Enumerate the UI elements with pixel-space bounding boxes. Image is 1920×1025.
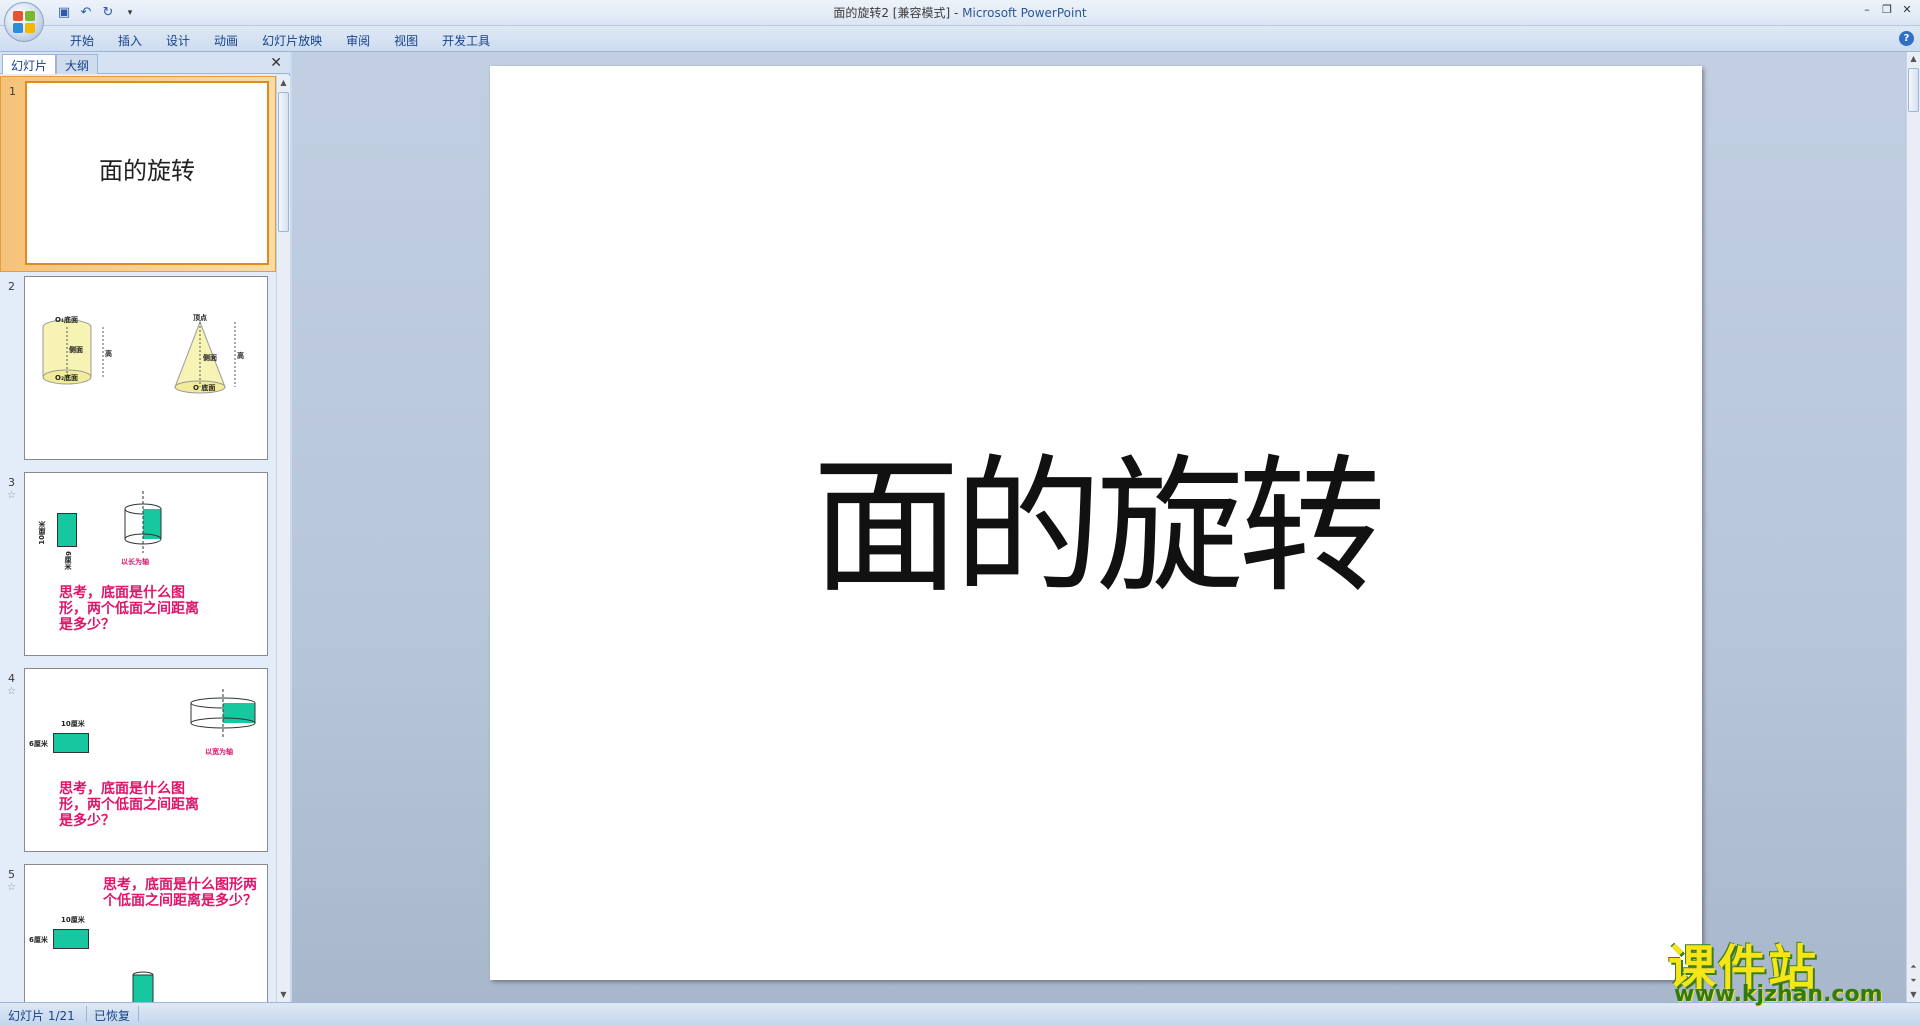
- tab-home[interactable]: 开始: [58, 30, 106, 51]
- slides-pane: 幻灯片 大纲 ✕ 1 面的旋转 2 O₁底面 高 侧面 O₂底面 顶点 高 侧面…: [0, 52, 290, 1002]
- slide-counter: 幻灯片 1/21: [8, 1009, 75, 1023]
- label-cone-base: O 底面: [193, 384, 216, 392]
- label-height: 高: [105, 350, 112, 358]
- label-cone-side: 侧面: [203, 354, 217, 362]
- thumb-canvas: O₁底面 高 侧面 O₂底面 顶点 高 侧面 O 底面: [24, 276, 268, 460]
- thumb-canvas: 10厘米 6厘米 以长为轴 思考，底面是什么图形，两个低面之间距离是多少？: [24, 472, 268, 656]
- cylinder-sketch: [132, 971, 154, 1002]
- previous-slide-icon[interactable]: ⏶: [1907, 960, 1920, 974]
- label-top-base: O₁底面: [55, 316, 79, 324]
- close-button[interactable]: ✕: [1898, 2, 1916, 18]
- tab-view[interactable]: 视图: [382, 30, 430, 51]
- slide-thumbnails: 1 面的旋转 2 O₁底面 高 侧面 O₂底面 顶点 高 侧面 O 底面 3 ☆…: [0, 76, 276, 1002]
- pane-close-icon[interactable]: ✕: [270, 55, 282, 71]
- ribbon: 开始 插入 设计 动画 幻灯片放映 审阅 视图 开发工具 ?: [0, 26, 1920, 52]
- help-icon[interactable]: ?: [1899, 31, 1914, 46]
- slide-number: 1: [9, 85, 16, 98]
- title-bar: ▣ ↶ ↻ ▾ 面的旋转2 [兼容模式] - Microsoft PowerPo…: [0, 0, 1920, 26]
- slide-thumb-5[interactable]: 5 ☆ 思考，底面是什么图形两个低面之间距离是多少？ 10厘米 6厘米: [0, 860, 276, 1002]
- label-side: 侧面: [69, 346, 83, 354]
- slide-thumb-2[interactable]: 2 O₁底面 高 侧面 O₂底面 顶点 高 侧面 O 底面: [0, 272, 276, 468]
- main-scrollbar[interactable]: ▲ ⏶ ⏷ ▼: [1906, 52, 1920, 1002]
- status-divider: [86, 1006, 87, 1022]
- scroll-thumb[interactable]: [1908, 68, 1919, 112]
- slide-thumb-1[interactable]: 1 面的旋转: [0, 76, 276, 272]
- tab-developer[interactable]: 开发工具: [430, 30, 502, 51]
- slide-number: 4: [8, 672, 15, 685]
- tab-slides[interactable]: 幻灯片: [2, 54, 57, 74]
- thumb-canvas: 思考，底面是什么图形两个低面之间距离是多少？ 10厘米 6厘米: [24, 864, 268, 1002]
- document-title: 面的旋转2 [兼容模式] -: [833, 6, 963, 20]
- slide-thumb-4[interactable]: 4 ☆ 10厘米 6厘米 以宽为轴 思考，底面是什么图形，两个低面之间距离是多少…: [0, 664, 276, 860]
- office-logo-icon: [13, 11, 35, 33]
- thumb-question: 思考，底面是什么图形，两个低面之间距离是多少？: [59, 781, 199, 829]
- watermark-logo: 课件站 www.kjzhan.com: [1668, 928, 1904, 1007]
- thumb-title: 面的旋转: [99, 157, 195, 185]
- thumb-question: 思考，底面是什么图形，两个低面之间距离是多少？: [59, 585, 199, 633]
- scroll-thumb[interactable]: [278, 92, 289, 232]
- office-button[interactable]: [4, 2, 44, 42]
- label-axis: 以长为轴: [121, 558, 149, 566]
- thumb-canvas: 10厘米 6厘米 以宽为轴 思考，底面是什么图形，两个低面之间距离是多少？: [24, 668, 268, 852]
- status-divider: [138, 1006, 139, 1022]
- label-axis: 以宽为轴: [205, 748, 233, 756]
- animation-star-icon: ☆: [7, 490, 16, 501]
- slide-number: 5: [8, 868, 15, 881]
- app-name: Microsoft PowerPoint: [962, 6, 1087, 20]
- scroll-down-icon[interactable]: ▼: [1907, 988, 1920, 1002]
- slide-thumb-3[interactable]: 3 ☆ 10厘米 6厘米 以长为轴 思考，底面是什么图形，两个低面之间距离是多少…: [0, 468, 276, 664]
- watermark-url: www.kjzhan.com: [1674, 982, 1883, 1007]
- recovery-status: 已恢复: [94, 1009, 131, 1023]
- slide-number: 2: [8, 280, 15, 293]
- slide-editing-area: 面的旋转: [292, 52, 1906, 1002]
- tab-slideshow[interactable]: 幻灯片放映: [250, 30, 334, 51]
- label-bottom-base: O₂底面: [55, 374, 79, 382]
- restore-button[interactable]: ❐: [1878, 2, 1896, 18]
- tab-animations[interactable]: 动画: [202, 30, 250, 51]
- thumbnails-scrollbar[interactable]: ▲ ▼: [276, 76, 290, 1002]
- tab-review[interactable]: 审阅: [334, 30, 382, 51]
- window-controls: – ❐ ✕: [1858, 2, 1916, 18]
- animation-star-icon: ☆: [7, 882, 16, 893]
- ribbon-tabs: 开始 插入 设计 动画 幻灯片放映 审阅 视图 开发工具: [58, 30, 502, 51]
- tab-outline[interactable]: 大纲: [56, 54, 99, 74]
- pane-tabs: 幻灯片 大纲 ✕: [0, 52, 290, 74]
- tab-design[interactable]: 设计: [154, 30, 202, 51]
- thumb-canvas: 面的旋转: [25, 81, 269, 265]
- next-slide-icon[interactable]: ⏷: [1907, 974, 1920, 988]
- tab-insert[interactable]: 插入: [106, 30, 154, 51]
- status-bar: 幻灯片 1/21 已恢复: [0, 1002, 1920, 1025]
- slide-title[interactable]: 面的旋转: [490, 406, 1702, 621]
- animation-star-icon: ☆: [7, 686, 16, 697]
- minimize-button[interactable]: –: [1858, 2, 1876, 18]
- current-slide[interactable]: 面的旋转: [490, 66, 1702, 980]
- label-cone-height: 高: [237, 352, 244, 360]
- scroll-up-icon[interactable]: ▲: [277, 76, 290, 90]
- slide-number: 3: [8, 476, 15, 489]
- cylinder-cone-diagram: [42, 319, 236, 394]
- label-apex: 顶点: [193, 314, 207, 322]
- window-title: 面的旋转2 [兼容模式] - Microsoft PowerPoint: [0, 4, 1920, 21]
- scroll-down-icon[interactable]: ▼: [277, 988, 290, 1002]
- scroll-up-icon[interactable]: ▲: [1907, 52, 1920, 66]
